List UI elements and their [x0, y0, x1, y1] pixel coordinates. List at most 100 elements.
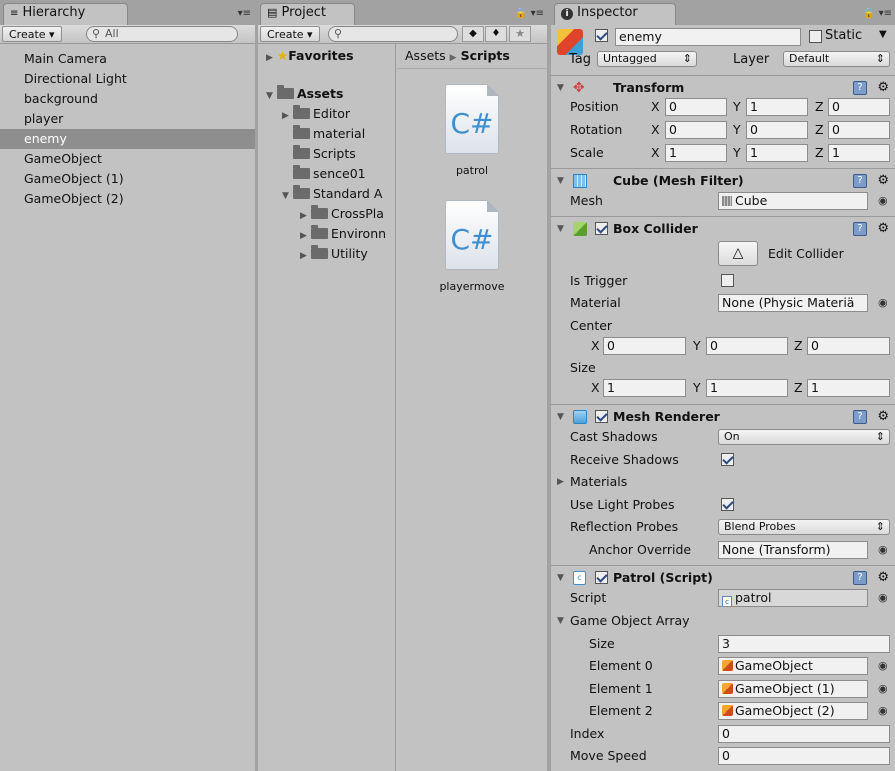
- help-icon[interactable]: ?: [853, 81, 867, 95]
- lock-icon[interactable]: 🔒: [515, 8, 527, 19]
- project-create-button[interactable]: Create ▾: [260, 26, 320, 42]
- active-checkbox[interactable]: [595, 29, 608, 42]
- object-picker-icon[interactable]: ◉: [878, 655, 888, 677]
- patrol-enabled-checkbox[interactable]: [595, 571, 608, 584]
- asset-patrol[interactable]: C# patrol: [432, 84, 512, 177]
- materials-row[interactable]: ▶ Materials: [551, 471, 895, 493]
- inspector-tab[interactable]: i Inspector: [554, 3, 676, 25]
- tree-editor[interactable]: ▶ Editor: [282, 104, 350, 124]
- center-y-field[interactable]: 0: [706, 337, 788, 355]
- help-icon[interactable]: ?: [853, 410, 867, 424]
- move-speed-field[interactable]: 0: [718, 747, 890, 765]
- gear-icon[interactable]: ⚙: [877, 217, 889, 241]
- asset-playermove[interactable]: C# playermove: [432, 200, 512, 293]
- size-x-field[interactable]: 1: [603, 379, 686, 397]
- element-2-field[interactable]: GameObject (2): [718, 702, 868, 720]
- hierarchy-search-input[interactable]: ⚲ All: [86, 26, 238, 42]
- panel-menu-icon[interactable]: ▾≡: [238, 8, 251, 19]
- filter-label-icon[interactable]: ♦: [485, 26, 507, 42]
- lock-icon[interactable]: 🔒: [863, 8, 875, 19]
- center-x-field[interactable]: 0: [603, 337, 686, 355]
- mesh-renderer-header[interactable]: ▼ Mesh Renderer ? ⚙: [551, 404, 895, 428]
- object-picker-icon[interactable]: ◉: [878, 190, 888, 212]
- position-x-field[interactable]: 0: [665, 98, 727, 116]
- hierarchy-tab[interactable]: ≡ Hierarchy: [3, 3, 128, 25]
- object-picker-icon[interactable]: ◉: [878, 292, 888, 314]
- size-z-field[interactable]: 1: [807, 379, 890, 397]
- help-icon[interactable]: ?: [853, 222, 867, 236]
- position-y-field[interactable]: 1: [746, 98, 808, 116]
- hierarchy-item-directional-light[interactable]: Directional Light: [0, 69, 255, 89]
- hierarchy-item-enemy[interactable]: enemy: [0, 129, 255, 149]
- scale-y-field[interactable]: 1: [746, 144, 808, 162]
- object-name-field[interactable]: enemy: [615, 28, 801, 46]
- tree-sence01[interactable]: sence01: [293, 164, 366, 184]
- hierarchy-item-gameobject[interactable]: GameObject: [0, 149, 255, 169]
- gameobject-array-row[interactable]: ▼ Game Object Array: [551, 610, 895, 632]
- project-tab[interactable]: ▤ Project: [260, 3, 355, 25]
- hierarchy-item-gameobject-2[interactable]: GameObject (2): [0, 189, 255, 209]
- reflection-probes-dropdown[interactable]: Blend Probes ⇕: [718, 519, 890, 535]
- mesh-renderer-enabled-checkbox[interactable]: [595, 410, 608, 423]
- index-field[interactable]: 0: [718, 725, 890, 743]
- box-collider-header[interactable]: ▼ Box Collider ? ⚙: [551, 216, 895, 240]
- object-picker-icon[interactable]: ◉: [878, 587, 888, 609]
- breadcrumb-current[interactable]: Scripts: [461, 48, 510, 63]
- tag-dropdown[interactable]: Untagged ⇕: [597, 51, 697, 67]
- cast-shadows-dropdown[interactable]: On ⇕: [718, 429, 890, 445]
- light-probes-checkbox[interactable]: [721, 498, 734, 511]
- size-y-field[interactable]: 1: [706, 379, 788, 397]
- position-z-field[interactable]: 0: [828, 98, 890, 116]
- center-z-field[interactable]: 0: [807, 337, 890, 355]
- element-0-field[interactable]: GameObject: [718, 657, 868, 675]
- object-picker-icon[interactable]: ◉: [878, 539, 888, 561]
- hierarchy-item-main-camera[interactable]: Main Camera: [0, 49, 255, 69]
- mesh-filter-header[interactable]: ▼ Cube (Mesh Filter) ? ⚙: [551, 168, 895, 192]
- project-search-input[interactable]: ⚲: [328, 26, 458, 42]
- object-picker-icon[interactable]: ◉: [878, 700, 888, 722]
- scale-z-field[interactable]: 1: [828, 144, 890, 162]
- static-checkbox[interactable]: [809, 30, 822, 43]
- patrol-script-header[interactable]: ▼ c Patrol (Script) ? ⚙: [551, 565, 895, 589]
- tree-crossplatform[interactable]: ▶ CrossPla: [300, 204, 384, 224]
- filter-type-icon[interactable]: ◆: [462, 26, 484, 42]
- rotation-z-field[interactable]: 0: [828, 121, 890, 139]
- tag-label: Tag: [569, 52, 592, 67]
- tree-material[interactable]: material: [293, 124, 365, 144]
- edit-collider-button[interactable]: △: [718, 241, 758, 266]
- hierarchy-create-button[interactable]: Create ▾: [2, 26, 62, 42]
- anchor-override-field[interactable]: None (Transform): [718, 541, 868, 559]
- transform-scale-row: Scale X 1 Y 1 Z 1: [551, 142, 895, 164]
- axis-z-label: Z: [794, 380, 803, 395]
- folder-label: Editor: [313, 106, 350, 121]
- help-icon[interactable]: ?: [853, 571, 867, 585]
- tree-standard-assets[interactable]: ▼ Standard A: [282, 184, 382, 204]
- hierarchy-item-player[interactable]: player: [0, 109, 255, 129]
- hierarchy-item-gameobject-1[interactable]: GameObject (1): [0, 169, 255, 189]
- tree-environment[interactable]: ▶ Environn: [300, 224, 386, 244]
- object-picker-icon[interactable]: ◉: [878, 678, 888, 700]
- mesh-field[interactable]: Cube: [718, 192, 868, 210]
- tree-assets[interactable]: ▼ Assets: [266, 84, 343, 104]
- is-trigger-checkbox[interactable]: [721, 274, 734, 287]
- box-collider-enabled-checkbox[interactable]: [595, 222, 608, 235]
- panel-menu-icon[interactable]: ▾≡: [879, 8, 892, 19]
- script-field[interactable]: c patrol: [718, 589, 868, 607]
- static-dropdown-icon[interactable]: ▼: [879, 29, 887, 40]
- layer-dropdown[interactable]: Default ⇕: [783, 51, 890, 67]
- physic-material-field[interactable]: None (Physic Materiä: [718, 294, 868, 312]
- receive-shadows-checkbox[interactable]: [721, 453, 734, 466]
- panel-menu-icon[interactable]: ▾≡: [531, 8, 544, 19]
- rotation-y-field[interactable]: 0: [746, 121, 808, 139]
- tree-favorites[interactable]: ▶ ★Favorites: [266, 46, 354, 66]
- tree-utility[interactable]: ▶ Utility: [300, 244, 368, 264]
- help-icon[interactable]: ?: [853, 174, 867, 188]
- favorite-star-icon[interactable]: ★: [509, 26, 531, 42]
- hierarchy-item-background[interactable]: background: [0, 89, 255, 109]
- scale-x-field[interactable]: 1: [665, 144, 727, 162]
- tree-scripts[interactable]: Scripts: [293, 144, 356, 164]
- array-size-field[interactable]: 3: [718, 635, 890, 653]
- element-1-field[interactable]: GameObject (1): [718, 680, 868, 698]
- rotation-x-field[interactable]: 0: [665, 121, 727, 139]
- breadcrumb-root[interactable]: Assets: [405, 48, 446, 63]
